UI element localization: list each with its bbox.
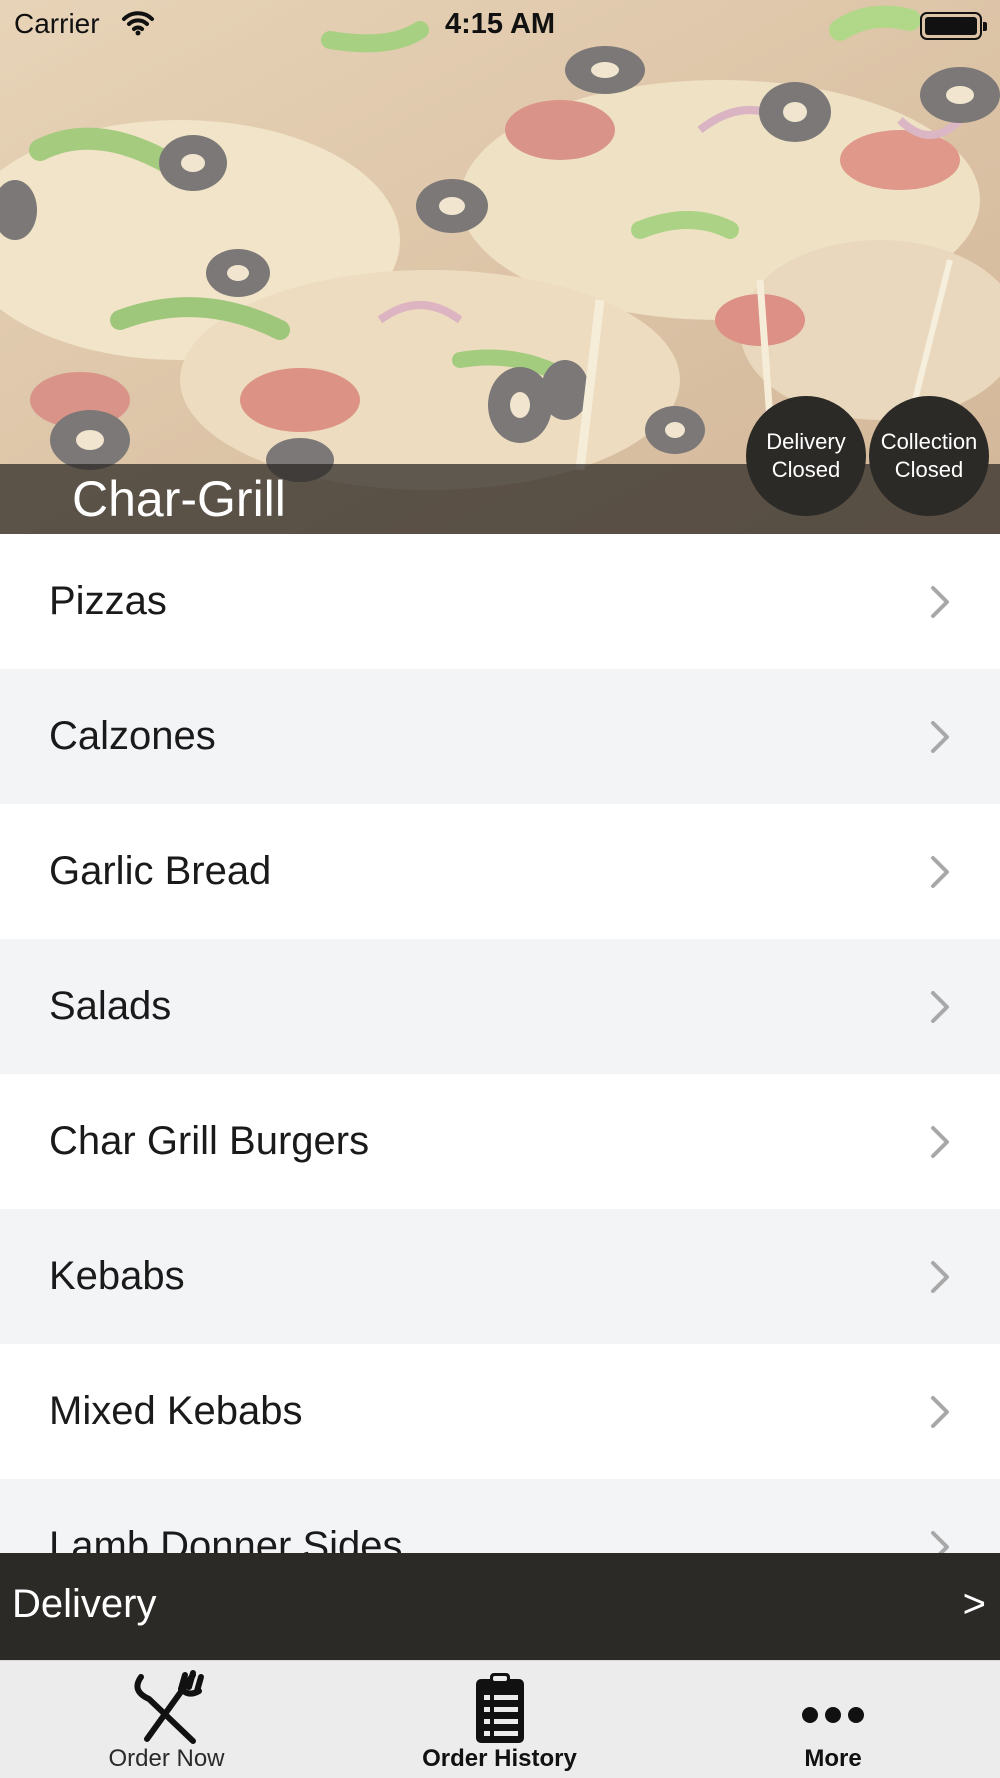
chevron-right-icon [931,585,949,618]
hero-banner: Carrier 4:15 AM Char-Grill Delivery Clos… [0,0,1000,534]
menu-item-char-grill-burgers[interactable]: Char Grill Burgers [0,1074,1000,1209]
chevron-right-icon [931,1530,949,1554]
clipboard-list-icon [475,1673,524,1743]
tab-more[interactable]: More [666,1661,1000,1778]
tab-label: Order Now [108,1745,225,1772]
menu-category-list: Pizzas Calzones Garlic Bread Salads Char… [0,534,1000,1554]
badge-line: Delivery [766,429,846,454]
order-mode-arrow: > [962,1582,986,1626]
menu-item-salads[interactable]: Salads [0,939,1000,1074]
chevron-right-icon [931,1395,949,1428]
tab-order-now[interactable]: Order Now [0,1661,333,1778]
fork-knife-icon [133,1670,204,1744]
collection-status-badge: Collection Closed [869,396,989,516]
badge-line: Closed [894,457,964,482]
menu-item-lamb-donner-sides[interactable]: Lamb Donner Sides [0,1479,1000,1554]
chevron-right-icon [931,990,949,1023]
menu-item-label: Kebabs [49,1254,185,1298]
more-dots-icon [802,1707,864,1723]
tab-bar: Order Now Order History More [0,1660,1000,1778]
menu-item-label: Lamb Donner Sides [49,1524,403,1554]
order-mode-bar[interactable]: Delivery > [0,1553,1000,1660]
chevron-right-icon [931,855,949,888]
chevron-right-icon [931,1125,949,1158]
chevron-right-icon [931,720,949,753]
restaurant-name: Char-Grill [72,471,286,527]
menu-item-label: Calzones [49,714,216,758]
menu-item-label: Salads [49,984,172,1028]
tab-order-history[interactable]: Order History [333,1661,666,1778]
tab-label: More [804,1745,862,1772]
status-time: 4:15 AM [444,8,556,40]
menu-item-kebabs[interactable]: Kebabs [0,1209,1000,1344]
menu-item-label: Char Grill Burgers [49,1119,370,1163]
battery-icon [920,12,987,40]
menu-item-calzones[interactable]: Calzones [0,669,1000,804]
order-mode-label: Delivery [12,1582,157,1626]
menu-item-label: Mixed Kebabs [49,1389,303,1433]
tab-label: Order History [422,1745,577,1772]
menu-item-pizzas[interactable]: Pizzas [0,534,1000,669]
badge-line: Collection [880,429,978,454]
status-bar: Carrier 4:15 AM [0,0,1000,50]
delivery-status-badge: Delivery Closed [746,396,866,516]
menu-item-label: Garlic Bread [49,849,272,893]
menu-item-garlic-bread[interactable]: Garlic Bread [0,804,1000,939]
badge-line: Closed [771,457,841,482]
chevron-right-icon [931,1260,949,1293]
menu-item-label: Pizzas [49,579,167,623]
menu-item-mixed-kebabs[interactable]: Mixed Kebabs [0,1344,1000,1479]
